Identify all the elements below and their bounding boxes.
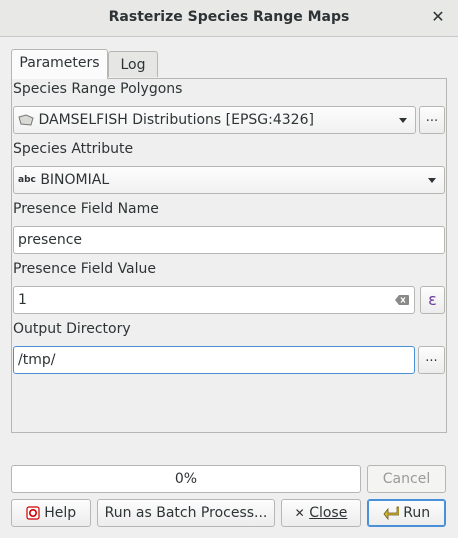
species-attribute-combo[interactable]: abc BINOMIAL xyxy=(13,166,445,194)
help-label: Help xyxy=(44,505,77,521)
clear-text-icon[interactable] xyxy=(395,295,409,305)
browse-label: ... xyxy=(425,350,438,365)
run-button[interactable]: Run xyxy=(367,499,446,527)
cancel-label: Cancel xyxy=(382,471,431,487)
close-button[interactable]: ✕ Close xyxy=(281,499,361,527)
output-directory-browse-button[interactable]: ... xyxy=(418,346,445,374)
species-range-polygons-combo[interactable]: DAMSELFISH Distributions [EPSG:4326] xyxy=(13,106,416,134)
presence-field-value-input[interactable]: 1 xyxy=(13,286,415,314)
species-range-polygons-browse-button[interactable]: ... xyxy=(419,106,445,134)
title-bar: Rasterize Species Range Maps ✕ xyxy=(0,0,458,37)
tab-parameters[interactable]: Parameters xyxy=(11,49,108,79)
run-label: Run xyxy=(403,505,431,521)
chevron-down-icon xyxy=(399,118,407,123)
species-range-polygons-label: Species Range Polygons xyxy=(13,81,183,97)
run-arrow-icon xyxy=(383,506,399,520)
tab-log[interactable]: Log xyxy=(108,51,158,77)
output-directory-input[interactable]: /tmp/ xyxy=(13,346,415,374)
tab-parameters-label: Parameters xyxy=(19,55,100,71)
tab-log-label: Log xyxy=(120,57,146,73)
progress-text: 0% xyxy=(174,471,198,487)
presence-field-value-value: 1 xyxy=(18,292,27,308)
presence-field-value-label: Presence Field Value xyxy=(13,261,157,277)
presence-field-name-label: Presence Field Name xyxy=(13,201,159,217)
polygon-layer-icon xyxy=(18,114,34,126)
species-attribute-label: Species Attribute xyxy=(13,141,134,157)
expression-button[interactable]: ε xyxy=(420,286,445,314)
help-button[interactable]: Help xyxy=(11,499,91,527)
close-label: Close xyxy=(309,505,348,521)
presence-field-name-value: presence xyxy=(18,232,83,248)
output-directory-value: /tmp/ xyxy=(18,352,56,368)
presence-field-name-input[interactable]: presence xyxy=(13,226,445,254)
close-icon: ✕ xyxy=(294,506,305,520)
species-attribute-value: BINOMIAL xyxy=(40,172,110,188)
run-as-batch-button[interactable]: Run as Batch Process... xyxy=(97,499,275,527)
run-as-batch-label: Run as Batch Process... xyxy=(104,505,268,521)
species-range-polygons-value: DAMSELFISH Distributions [EPSG:4326] xyxy=(38,112,314,128)
progress-bar: 0% xyxy=(11,465,361,493)
window-close-icon[interactable]: ✕ xyxy=(430,7,446,27)
window-title: Rasterize Species Range Maps xyxy=(108,9,350,25)
help-icon xyxy=(26,506,40,520)
cancel-button[interactable]: Cancel xyxy=(367,465,446,493)
chevron-down-icon xyxy=(428,178,436,183)
browse-label: ... xyxy=(425,110,439,125)
output-directory-label: Output Directory xyxy=(13,321,131,337)
epsilon-icon: ε xyxy=(428,290,437,309)
string-field-type-icon: abc xyxy=(18,175,36,185)
